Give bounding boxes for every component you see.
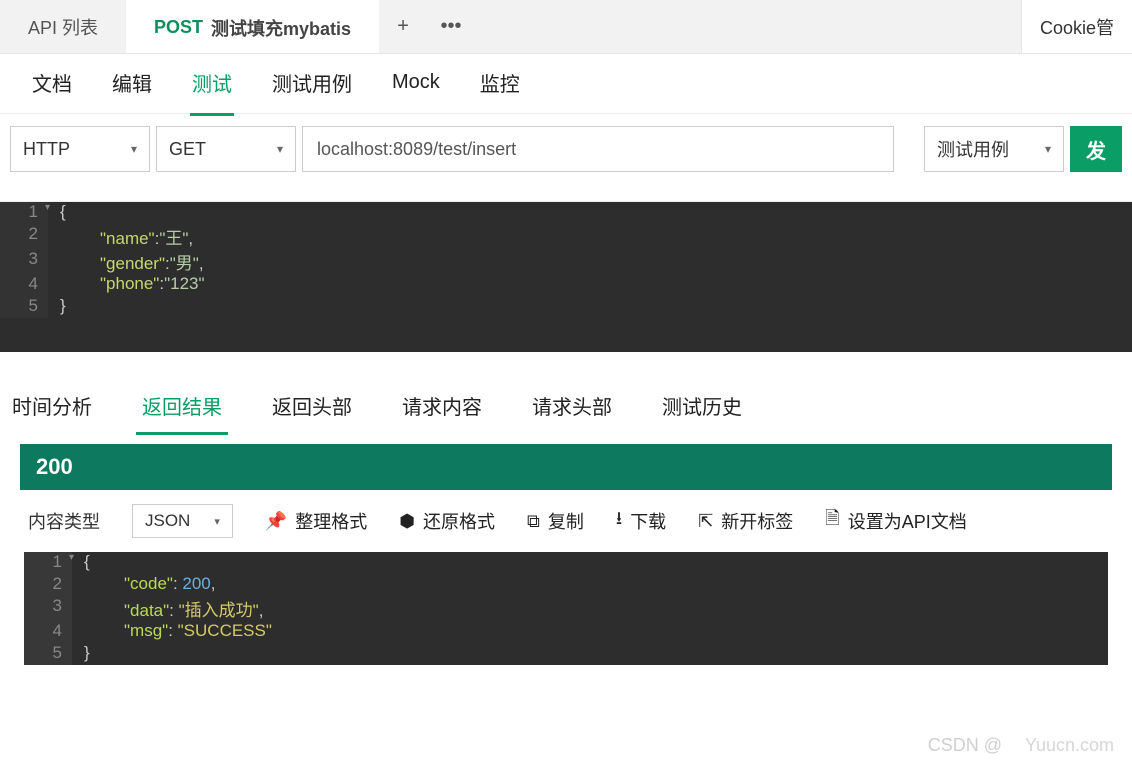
more-tabs-button[interactable]: •••: [427, 0, 475, 53]
test-cases-label: 测试用例: [937, 136, 1009, 162]
line-number: 3: [0, 249, 48, 274]
code-line[interactable]: }: [72, 643, 90, 665]
result-tab-2[interactable]: 返回头部: [266, 379, 358, 435]
response-body-editor[interactable]: 1{2"code": 200,3"data": "插入成功",4"msg": "…: [24, 552, 1108, 665]
result-tab-1[interactable]: 返回结果: [136, 379, 228, 435]
subnav-item-0[interactable]: 文档: [30, 52, 74, 116]
subnav-item-4[interactable]: Mock: [390, 55, 442, 113]
method-select[interactable]: GET ▾: [156, 126, 296, 172]
page-subnav: 文档编辑测试测试用例 Mock 监控: [0, 54, 1132, 114]
line-number: 2: [24, 574, 72, 596]
tab-api-list[interactable]: API 列表: [0, 0, 126, 53]
response-toolbar: 内容类型 JSON ▾ 📌 整理格式 ⬢ 还原格式 ⧉ 复制 ⭳ 下载 ⇱ 新开…: [0, 490, 1132, 552]
copy-button[interactable]: ⧉ 复制: [527, 508, 584, 534]
code-line[interactable]: "code": 200,: [72, 574, 216, 596]
unformat-button[interactable]: ⬢ 还原格式: [399, 508, 495, 534]
subnav-item-2[interactable]: 测试: [190, 52, 234, 116]
code-line[interactable]: "msg": "SUCCESS": [72, 621, 272, 643]
line-number: 5: [24, 643, 72, 665]
result-tabs: 时间分析返回结果返回头部请求内容请求头部测试历史: [0, 380, 1132, 434]
line-number: 4: [24, 621, 72, 643]
new-tab-label: 新开标签: [721, 508, 793, 534]
format-button[interactable]: 📌 整理格式: [265, 508, 367, 534]
tab-api-list-label: API 列表: [28, 14, 98, 40]
download-button[interactable]: ⭳ 下载: [616, 506, 666, 536]
code-line[interactable]: {: [72, 552, 90, 574]
format-label: 整理格式: [295, 508, 367, 534]
code-line[interactable]: "data": "插入成功",: [72, 596, 263, 621]
ellipsis-icon: •••: [441, 15, 462, 38]
watermark-csdn: CSDN @: [928, 735, 1002, 756]
subnav-item-1[interactable]: 编辑: [110, 52, 154, 116]
line-number: 4: [0, 274, 48, 296]
status-code: 200: [36, 454, 73, 480]
cookie-manage-button[interactable]: Cookie管: [1021, 0, 1132, 53]
method-value: GET: [169, 139, 206, 160]
download-label: 下载: [630, 508, 666, 534]
chevron-down-icon: ▾: [1045, 142, 1051, 156]
chevron-down-icon: ▾: [131, 142, 137, 156]
request-body-editor[interactable]: 1{2"name":"王",3"gender":"男",4"phone":"12…: [0, 202, 1132, 352]
document-icon: 🗎: [825, 506, 839, 536]
tab-active-request[interactable]: POST 测试填充mybatis: [126, 0, 379, 53]
copy-icon: ⧉: [527, 511, 540, 532]
set-api-doc-button[interactable]: 🗎 设置为API文档: [825, 506, 967, 536]
external-link-icon: ⇱: [698, 511, 713, 532]
code-line[interactable]: "phone":"123": [48, 274, 205, 296]
line-number: 2: [0, 224, 48, 249]
content-type-label: 内容类型: [28, 508, 100, 534]
code-line[interactable]: "name":"王",: [48, 224, 193, 249]
protocol-select[interactable]: HTTP ▾: [10, 126, 150, 172]
spacer: [475, 0, 1021, 53]
result-tab-5[interactable]: 测试历史: [656, 379, 748, 435]
unformat-label: 还原格式: [423, 508, 495, 534]
tab-method-badge: POST: [154, 17, 203, 38]
code-line[interactable]: }: [48, 296, 66, 318]
chevron-down-icon: ▾: [214, 515, 220, 528]
content-type-select[interactable]: JSON ▾: [132, 504, 233, 538]
line-number: 1: [24, 552, 72, 574]
tab-title: 测试填充mybatis: [211, 15, 351, 41]
subnav-item-3[interactable]: 测试用例: [270, 52, 354, 116]
code-line[interactable]: {: [48, 202, 66, 224]
content-type-value: JSON: [145, 511, 190, 531]
test-cases-select[interactable]: 测试用例 ▾: [924, 126, 1064, 172]
line-number: 5: [0, 296, 48, 318]
send-button[interactable]: 发: [1070, 126, 1122, 172]
copy-label: 复制: [548, 508, 584, 534]
top-tabbar: API 列表 POST 测试填充mybatis + ••• Cookie管: [0, 0, 1132, 54]
pin-icon: 📌: [265, 511, 287, 532]
code-line[interactable]: "gender":"男",: [48, 249, 204, 274]
subnav-item-5[interactable]: 监控: [478, 52, 522, 116]
protocol-value: HTTP: [23, 139, 70, 160]
cookie-manage-label: Cookie管: [1040, 14, 1114, 40]
result-tab-3[interactable]: 请求内容: [396, 379, 488, 435]
plus-icon: +: [397, 15, 409, 38]
chevron-down-icon: ▾: [277, 142, 283, 156]
divider: [0, 184, 1132, 202]
url-input[interactable]: [302, 126, 894, 172]
result-tab-0[interactable]: 时间分析: [6, 379, 98, 435]
line-number: 1: [0, 202, 48, 224]
set-api-doc-label: 设置为API文档: [848, 508, 967, 534]
line-number: 3: [24, 596, 72, 621]
cube-icon: ⬢: [399, 511, 415, 532]
request-row: HTTP ▾ GET ▾ 测试用例 ▾ 发: [0, 114, 1132, 184]
status-bar: 200: [20, 444, 1112, 490]
result-tab-4[interactable]: 请求头部: [526, 379, 618, 435]
download-icon: ⭳: [616, 506, 622, 536]
new-tab-button[interactable]: +: [379, 0, 427, 53]
open-new-tab-button[interactable]: ⇱ 新开标签: [698, 508, 793, 534]
watermark: Yuucn.com: [1025, 735, 1114, 756]
